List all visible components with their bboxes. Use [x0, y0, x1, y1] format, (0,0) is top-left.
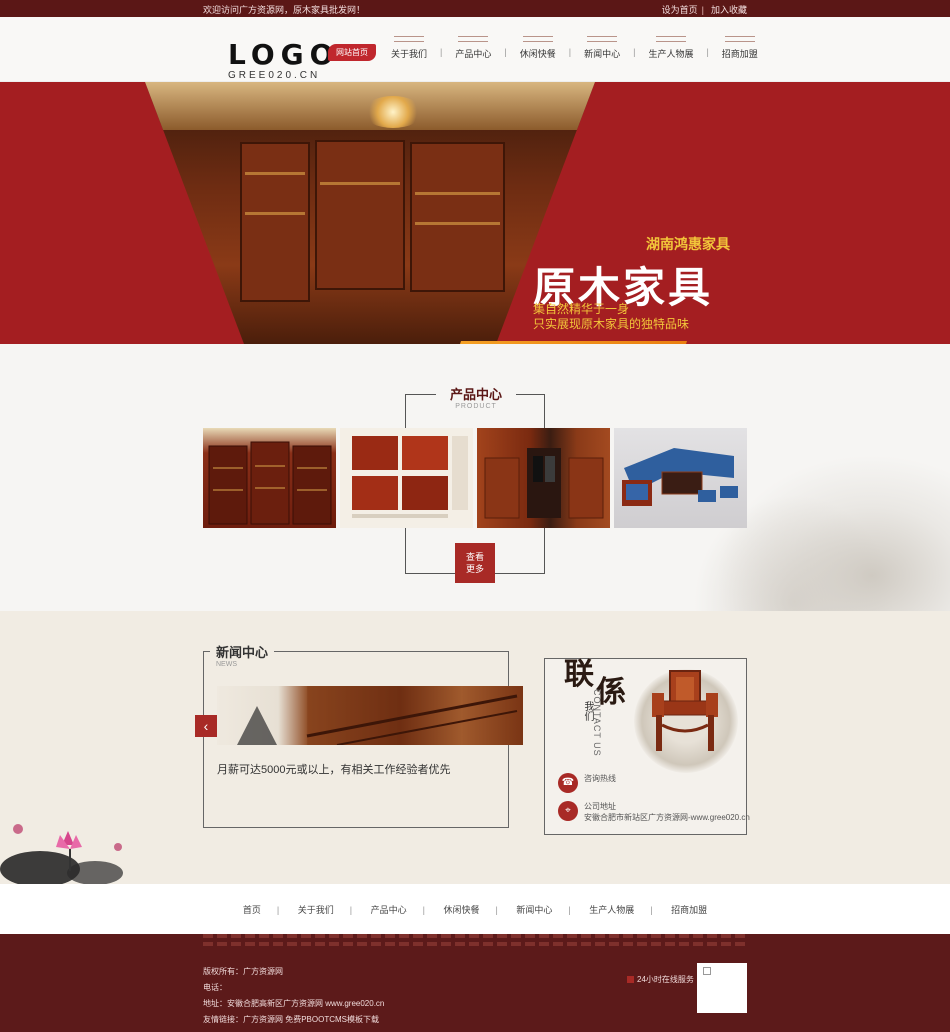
logo-text: LOGO — [228, 38, 340, 71]
news-heading: 新闻中心 NEWS — [210, 642, 275, 668]
footer-nav-staff[interactable]: 生产人物展 — [589, 905, 634, 915]
footer-nav-products[interactable]: 产品中心 — [371, 905, 407, 915]
welcome-text: 欢迎访问广方资源网，原木家具批发网！ — [203, 5, 366, 15]
news-prev-arrow-icon[interactable]: ‹ — [195, 715, 217, 737]
footer-phone: 电话： — [203, 983, 227, 992]
nav-item-join[interactable]: 招商加盟 — [709, 36, 771, 60]
logo-subtext: GREE020.CN — [228, 70, 321, 81]
footer-address: 地址：安徽合肥高新区广方资源网 www.gree020.cn — [203, 999, 385, 1008]
footer-copyright: 版权所有：广方资源网 — [203, 967, 283, 976]
location-icon: ⌖ — [558, 801, 578, 821]
site-header: LOGO GREE020.CN 网站首页 关于我们 | 产品中心 | 休闲快餐 … — [0, 17, 950, 82]
product-title: 产品中心 — [449, 387, 502, 402]
contact-phone-label: 咨询热线 — [584, 774, 616, 783]
add-favorite-link[interactable]: 加入收藏 — [711, 5, 747, 15]
footer-nav-news[interactable]: 新闻中心 — [516, 905, 552, 915]
contact-address-value: 安徽合肥市新站区广方资源网-www.gree020.cn — [584, 813, 750, 822]
hero-banner[interactable]: 湖南鸿惠家具 原木家具 集自然精华于一身 只实展现原木家具的独特品味 销售热线 … — [0, 82, 950, 344]
footer-nav-snacks[interactable]: 休闲快餐 — [443, 905, 479, 915]
nav-item-products[interactable]: 产品中心 — [442, 36, 504, 60]
chandelier-icon — [363, 96, 423, 128]
site-logo[interactable]: LOGO GREE020.CN 网站首页 — [228, 38, 376, 81]
fret-ornament-icon — [724, 36, 755, 42]
top-bar: 欢迎访问广方资源网，原木家具批发网！ 设为首页 | 加入收藏 — [0, 0, 950, 17]
news-title: 新闻中心 — [216, 645, 269, 660]
footer-nav-about[interactable]: 关于我们 — [298, 905, 334, 915]
nav-item-staff[interactable]: 生产人物展 — [635, 36, 706, 60]
product-section: 产品中心 PRODUCT 查看 更多 — [0, 344, 950, 611]
nav-item-about[interactable]: 关于我们 — [378, 36, 440, 60]
fret-ornament-icon — [587, 36, 618, 42]
product-gallery — [203, 428, 747, 528]
nav-item-snacks[interactable]: 休闲快餐 — [507, 36, 569, 60]
service-icon — [627, 976, 634, 984]
product-image-wardrobe[interactable] — [477, 428, 610, 528]
footer-links[interactable]: 友情链接：广方资源网 免费PBOOTCMS模板下载 — [203, 1014, 384, 1025]
footer-nav-home[interactable]: 首页 — [243, 905, 261, 915]
fret-ornament-icon — [394, 36, 424, 42]
product-image-wine-cabinet[interactable] — [203, 428, 336, 528]
footer-nav: 首页 | 关于我们 | 产品中心 | 休闲快餐 | 新闻中心 | 生产人物展 | 招商加盟 — [0, 884, 950, 934]
banner-cabinet-photo — [145, 82, 595, 344]
contact-calligraphy-1: 联 — [564, 657, 594, 692]
fret-ornament-icon — [655, 36, 686, 42]
site-footer: 版权所有：广方资源网 电话： 地址：安徽合肥高新区广方资源网 www.gree0… — [0, 934, 950, 1032]
banner-slogan-2: 只实展现原木家具的独特品味 — [533, 317, 690, 331]
broken-image-icon — [703, 967, 711, 975]
fret-ornament-icon — [522, 36, 553, 42]
contact-address-label: 公司地址 — [584, 802, 616, 811]
logo-badge[interactable]: 网站首页 — [328, 44, 376, 61]
main-nav: 关于我们 | 产品中心 | 休闲快餐 | 新闻中心 | 生产人物展 | 招商加盟 — [378, 36, 771, 60]
info-section: 新闻中心 NEWS ‹ 月薪可达5000元或以上，有相关工作经验者优先 联 係 … — [0, 611, 950, 884]
product-heading: 产品中心 PRODUCT — [436, 384, 516, 410]
footer-nav-join[interactable]: 招商加盟 — [671, 905, 707, 915]
banner-subtitle: 湖南鸿惠家具 — [646, 236, 730, 252]
contact-row-phone: ☎ 咨询热线 — [558, 773, 616, 793]
product-title-en: PRODUCT — [455, 403, 497, 410]
qr-code-image — [697, 963, 747, 1013]
phone-icon: ☎ — [558, 773, 578, 793]
contact-en-label: CONTACT US — [592, 689, 602, 757]
contact-row-address: ⌖ 公司地址 安徽合肥市新站区广方资源网-www.gree020.cn — [558, 801, 750, 823]
news-headline[interactable]: 月薪可达5000元或以上，有相关工作经验者优先 — [217, 761, 450, 777]
news-image[interactable] — [217, 686, 523, 745]
service-label: 24小时在线服务 — [627, 974, 694, 985]
lotus-decoration — [0, 824, 123, 884]
fret-ornament-icon — [458, 36, 489, 42]
view-more-button[interactable]: 查看 更多 — [455, 543, 495, 583]
product-image-cabinet-detail[interactable] — [340, 428, 473, 528]
product-image-sofa-set[interactable] — [614, 428, 747, 528]
set-home-link[interactable]: 设为首页 — [662, 5, 698, 15]
armchair-image — [652, 670, 718, 751]
top-links: 设为首页 | 加入收藏 — [661, 5, 747, 15]
footer-info: 版权所有：广方资源网 电话： 地址：安徽合肥高新区广方资源网 www.gree0… — [203, 966, 384, 1030]
news-title-en: NEWS — [216, 661, 237, 668]
nav-item-news[interactable]: 新闻中心 — [571, 36, 633, 60]
